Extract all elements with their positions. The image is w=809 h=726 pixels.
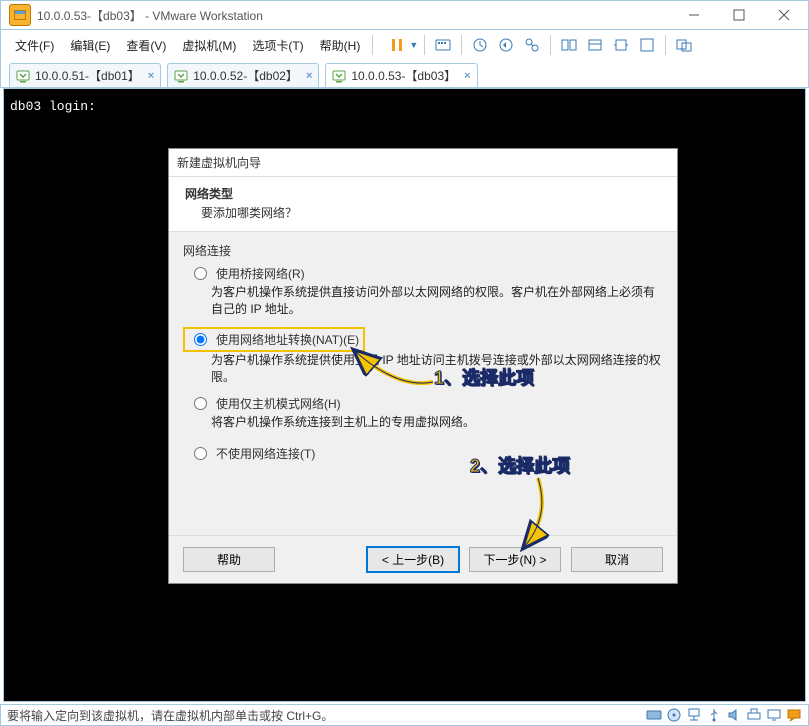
tab-close-icon[interactable]: ×	[464, 70, 470, 82]
tab-db03[interactable]: 10.0.0.53-【db03】 ×	[325, 63, 477, 87]
radio-none-input[interactable]	[194, 447, 207, 460]
group-label-network: 网络连接	[183, 242, 663, 259]
send-keys-icon[interactable]	[431, 33, 455, 57]
menu-edit[interactable]: 编辑(E)	[62, 33, 118, 58]
folder-view-icon[interactable]	[583, 33, 607, 57]
radio-nat[interactable]: 使用网络地址转换(NAT)(E)	[189, 331, 359, 348]
radio-bridge-input[interactable]	[194, 267, 207, 280]
tab-label: 10.0.0.52-【db02】	[193, 67, 298, 84]
tab-close-icon[interactable]: ×	[148, 70, 154, 82]
next-button[interactable]: 下一步(N) >	[469, 547, 561, 572]
thumbnail-bar-icon[interactable]	[557, 33, 581, 57]
nat-highlight-box: 使用网络地址转换(NAT)(E)	[183, 327, 365, 352]
printer-icon[interactable]	[746, 707, 762, 723]
radio-none[interactable]: 不使用网络连接(T)	[189, 445, 663, 462]
chevron-down-icon[interactable]: ▼	[409, 40, 418, 50]
tab-label: 10.0.0.51-【db01】	[35, 67, 140, 84]
manage-snapshots-icon[interactable]	[520, 33, 544, 57]
radio-hostonly[interactable]: 使用仅主机模式网络(H)	[189, 395, 663, 412]
menu-help[interactable]: 帮助(H)	[312, 33, 369, 58]
usb-icon[interactable]	[706, 707, 722, 723]
radio-hostonly-desc: 将客户机操作系统连接到主机上的专用虚拟网络。	[211, 414, 663, 431]
radio-nat-desc: 为客户机操作系统提供使用主机 IP 地址访问主机拨号连接或外部以太网网络连接的权…	[211, 352, 663, 387]
radio-bridge-label: 使用桥接网络(R)	[216, 265, 305, 282]
title-bar: 10.0.0.53-【db03】 - VMware Workstation	[0, 0, 809, 30]
separator	[372, 35, 373, 55]
menu-vm[interactable]: 虚拟机(M)	[174, 33, 244, 58]
dialog-header: 网络类型 要添加哪类网络？	[169, 177, 677, 232]
menu-file[interactable]: 文件(F)	[7, 33, 62, 58]
status-bar: 要将输入定向到该虚拟机，请在虚拟机内部单击或按 Ctrl+G。	[0, 704, 809, 726]
radio-bridge[interactable]: 使用桥接网络(R)	[189, 265, 663, 282]
sound-icon[interactable]	[726, 707, 742, 723]
menu-tabs[interactable]: 选项卡(T)	[244, 33, 311, 58]
app-icon	[9, 4, 31, 26]
vm-icon	[332, 69, 346, 83]
window-title: 10.0.0.53-【db03】 - VMware Workstation	[37, 7, 671, 24]
vm-icon	[174, 69, 188, 83]
pause-icon[interactable]	[385, 33, 409, 57]
close-button[interactable]	[761, 1, 806, 29]
cancel-button[interactable]: 取消	[571, 547, 663, 572]
revert-snapshot-icon[interactable]	[494, 33, 518, 57]
dialog-footer: 帮助 < 上一步(B) 下一步(N) > 取消	[169, 535, 677, 583]
help-button[interactable]: 帮助	[183, 547, 275, 572]
radio-none-label: 不使用网络连接(T)	[216, 445, 315, 462]
fullscreen-icon[interactable]	[635, 33, 659, 57]
dialog-heading: 网络类型	[185, 185, 661, 202]
snapshot-icon[interactable]	[468, 33, 492, 57]
radio-bridge-desc: 为客户机操作系统提供直接访问外部以太网网络的权限。客户机在外部网络上必须有自己的…	[211, 284, 663, 319]
status-device-icons	[646, 707, 802, 723]
cd-icon[interactable]	[666, 707, 682, 723]
hdd-icon[interactable]	[646, 707, 662, 723]
tab-label: 10.0.0.53-【db03】	[351, 67, 456, 84]
menu-bar: 文件(F) 编辑(E) 查看(V) 虚拟机(M) 选项卡(T) 帮助(H) ▼	[0, 30, 809, 60]
menu-view[interactable]: 查看(V)	[118, 33, 174, 58]
tab-db02[interactable]: 10.0.0.52-【db02】 ×	[167, 63, 319, 87]
message-icon[interactable]	[786, 707, 802, 723]
tab-close-icon[interactable]: ×	[306, 70, 312, 82]
network-icon[interactable]	[686, 707, 702, 723]
tab-strip: 10.0.0.51-【db01】 × 10.0.0.52-【db02】 × 10…	[0, 60, 809, 88]
dialog-title: 新建虚拟机向导	[169, 149, 677, 177]
console-text: db03 login:	[4, 89, 805, 124]
maximize-button[interactable]	[716, 1, 761, 29]
radio-hostonly-label: 使用仅主机模式网络(H)	[216, 395, 341, 412]
back-button[interactable]: < 上一步(B)	[367, 547, 459, 572]
dialog-body: 网络连接 使用桥接网络(R) 为客户机操作系统提供直接访问外部以太网网络的权限。…	[169, 232, 677, 535]
minimize-button[interactable]	[671, 1, 716, 29]
radio-nat-input[interactable]	[194, 333, 207, 346]
unity-icon[interactable]	[672, 33, 696, 57]
new-vm-wizard-dialog: 新建虚拟机向导 网络类型 要添加哪类网络？ 网络连接 使用桥接网络(R) 为客户…	[168, 148, 678, 584]
toolbar: ▼	[385, 33, 696, 57]
stretch-icon[interactable]	[609, 33, 633, 57]
display-icon[interactable]	[766, 707, 782, 723]
tab-db01[interactable]: 10.0.0.51-【db01】 ×	[9, 63, 161, 87]
status-text: 要将输入定向到该虚拟机，请在虚拟机内部单击或按 Ctrl+G。	[7, 707, 333, 724]
vm-icon	[16, 69, 30, 83]
radio-hostonly-input[interactable]	[194, 397, 207, 410]
dialog-subheading: 要添加哪类网络？	[185, 204, 661, 221]
radio-nat-label: 使用网络地址转换(NAT)(E)	[216, 331, 359, 348]
